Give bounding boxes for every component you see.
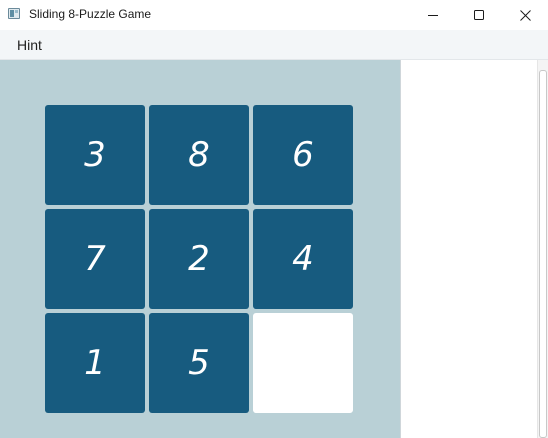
vertical-scrollbar[interactable]: [537, 60, 548, 438]
tile-number: 1: [84, 343, 106, 383]
puzzle-tile[interactable]: 5: [149, 313, 249, 413]
puzzle-board: 3 8 6 7 2 4 1 5: [45, 105, 353, 413]
puzzle-tile[interactable]: 1: [45, 313, 145, 413]
tile-number: 6: [292, 135, 314, 175]
scrollbar-thumb[interactable]: [539, 70, 547, 438]
app-window: Sliding 8-Puzzle Game Hint 3 8 6 7 2 4 1…: [0, 0, 548, 438]
puzzle-tile[interactable]: 4: [253, 209, 353, 309]
minimize-icon: [428, 15, 438, 16]
tile-number: 4: [292, 239, 314, 279]
menu-bar: Hint: [0, 30, 548, 60]
tile-number: 5: [188, 343, 210, 383]
minimize-button[interactable]: [410, 0, 456, 30]
puzzle-tile[interactable]: 7: [45, 209, 145, 309]
close-button[interactable]: [502, 0, 548, 30]
app-window-icon: [8, 8, 20, 19]
maximize-icon: [474, 10, 484, 20]
tile-number: 7: [84, 239, 106, 279]
puzzle-tile[interactable]: 8: [149, 105, 249, 205]
maximize-button[interactable]: [456, 0, 502, 30]
tile-number: 2: [188, 239, 210, 279]
title-bar[interactable]: Sliding 8-Puzzle Game: [0, 0, 548, 30]
tile-number: 3: [84, 135, 106, 175]
tile-number: 8: [188, 135, 210, 175]
empty-tile[interactable]: [253, 313, 353, 413]
close-icon: [519, 9, 531, 21]
puzzle-tile[interactable]: 2: [149, 209, 249, 309]
side-panel: [400, 60, 548, 438]
board-area: 3 8 6 7 2 4 1 5: [0, 60, 400, 438]
window-title: Sliding 8-Puzzle Game: [29, 7, 152, 21]
puzzle-tile[interactable]: 3: [45, 105, 145, 205]
menu-item-hint[interactable]: Hint: [10, 35, 49, 55]
puzzle-tile[interactable]: 6: [253, 105, 353, 205]
